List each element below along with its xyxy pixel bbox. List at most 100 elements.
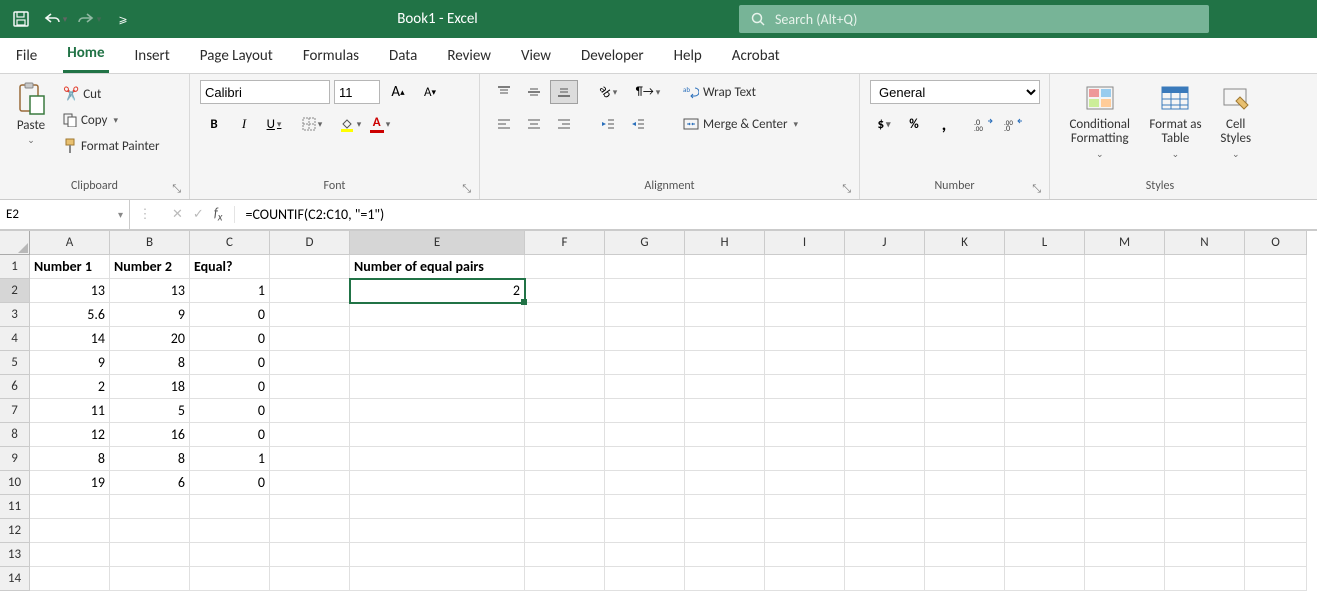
cell[interactable]: 8 bbox=[110, 351, 190, 375]
cell[interactable] bbox=[1245, 495, 1307, 519]
cell[interactable]: 13 bbox=[110, 279, 190, 303]
cell[interactable] bbox=[845, 375, 925, 399]
cell[interactable] bbox=[845, 471, 925, 495]
cell[interactable] bbox=[845, 567, 925, 591]
cell[interactable] bbox=[1245, 447, 1307, 471]
fx-icon[interactable]: fx bbox=[214, 206, 223, 224]
cell[interactable] bbox=[765, 495, 845, 519]
cell[interactable]: 5.6 bbox=[30, 303, 110, 327]
cell[interactable] bbox=[1245, 303, 1307, 327]
cell[interactable] bbox=[270, 447, 350, 471]
cell[interactable] bbox=[765, 327, 845, 351]
row-header[interactable]: 9 bbox=[0, 447, 30, 471]
cell[interactable]: 8 bbox=[30, 447, 110, 471]
cell[interactable] bbox=[845, 351, 925, 375]
cell[interactable] bbox=[605, 423, 685, 447]
dialog-launcher-icon[interactable]: ⤡ bbox=[842, 182, 851, 196]
column-header[interactable]: G bbox=[605, 231, 685, 255]
cell[interactable] bbox=[685, 303, 765, 327]
cell[interactable] bbox=[925, 279, 1005, 303]
row-header[interactable]: 5 bbox=[0, 351, 30, 375]
cell[interactable] bbox=[30, 567, 110, 591]
cell[interactable] bbox=[685, 519, 765, 543]
cell[interactable] bbox=[765, 399, 845, 423]
cell[interactable] bbox=[525, 303, 605, 327]
cell[interactable] bbox=[925, 375, 1005, 399]
cell[interactable] bbox=[605, 471, 685, 495]
cell[interactable] bbox=[1165, 519, 1245, 543]
cell[interactable] bbox=[1005, 471, 1085, 495]
column-header[interactable]: B bbox=[110, 231, 190, 255]
cell[interactable]: 0 bbox=[190, 327, 270, 351]
cell[interactable] bbox=[925, 351, 1005, 375]
cell[interactable]: 2 bbox=[350, 279, 525, 303]
cell[interactable] bbox=[685, 567, 765, 591]
cell[interactable] bbox=[110, 567, 190, 591]
tab-home[interactable]: Home bbox=[63, 38, 108, 73]
qat-customize-icon[interactable]: ⩾ bbox=[110, 6, 136, 32]
cell[interactable] bbox=[845, 423, 925, 447]
cell[interactable] bbox=[685, 255, 765, 279]
cell[interactable] bbox=[1005, 279, 1085, 303]
cell[interactable] bbox=[1085, 519, 1165, 543]
font-size-combo[interactable] bbox=[334, 80, 380, 104]
cell[interactable] bbox=[525, 495, 605, 519]
cell-options-icon[interactable]: ⋮ bbox=[130, 200, 160, 229]
enter-formula-icon[interactable]: ✓ bbox=[193, 207, 204, 222]
cell[interactable] bbox=[605, 279, 685, 303]
increase-font-icon[interactable]: A▴ bbox=[384, 80, 412, 104]
cell[interactable]: 14 bbox=[30, 327, 110, 351]
cell[interactable] bbox=[1085, 471, 1165, 495]
decrease-font-icon[interactable]: A▾ bbox=[416, 80, 444, 104]
cell[interactable] bbox=[1245, 255, 1307, 279]
cell[interactable] bbox=[925, 471, 1005, 495]
copy-button[interactable]: Copy bbox=[58, 108, 165, 132]
tab-formulas[interactable]: Formulas bbox=[299, 41, 363, 73]
cell[interactable] bbox=[1085, 351, 1165, 375]
underline-button[interactable]: U bbox=[260, 112, 288, 136]
cell[interactable] bbox=[765, 255, 845, 279]
format-painter-button[interactable]: Format Painter bbox=[58, 134, 165, 158]
name-box[interactable]: E2▾ bbox=[0, 200, 130, 229]
cell[interactable] bbox=[350, 567, 525, 591]
cell[interactable] bbox=[525, 279, 605, 303]
font-color-button[interactable]: A bbox=[366, 112, 394, 136]
cell[interactable] bbox=[925, 495, 1005, 519]
cell[interactable] bbox=[350, 399, 525, 423]
cell[interactable]: 0 bbox=[190, 303, 270, 327]
formula-bar[interactable]: =COUNTIF(C2:C10, "=1") bbox=[235, 206, 1317, 223]
cell[interactable] bbox=[765, 423, 845, 447]
cell[interactable] bbox=[925, 519, 1005, 543]
cell[interactable] bbox=[1245, 399, 1307, 423]
cell[interactable] bbox=[605, 255, 685, 279]
cell[interactable] bbox=[765, 303, 845, 327]
cell[interactable] bbox=[350, 303, 525, 327]
cell[interactable] bbox=[605, 447, 685, 471]
cell[interactable] bbox=[925, 567, 1005, 591]
cell[interactable] bbox=[605, 375, 685, 399]
decrease-indent-icon[interactable] bbox=[594, 112, 622, 136]
row-header[interactable]: 12 bbox=[0, 519, 30, 543]
cell[interactable] bbox=[350, 471, 525, 495]
cell[interactable]: 11 bbox=[30, 399, 110, 423]
cell[interactable] bbox=[350, 519, 525, 543]
cell[interactable] bbox=[270, 471, 350, 495]
format-as-table-button[interactable]: Format as Table⌄ bbox=[1143, 80, 1207, 162]
cell[interactable] bbox=[1165, 423, 1245, 447]
cell[interactable] bbox=[270, 399, 350, 423]
cell[interactable] bbox=[1005, 447, 1085, 471]
cell[interactable] bbox=[685, 375, 765, 399]
cell[interactable] bbox=[1005, 399, 1085, 423]
cell[interactable] bbox=[765, 447, 845, 471]
cell[interactable] bbox=[1165, 375, 1245, 399]
cell[interactable] bbox=[685, 447, 765, 471]
cell[interactable]: 6 bbox=[110, 471, 190, 495]
search-box[interactable]: Search (Alt+Q) bbox=[739, 5, 1209, 33]
column-header[interactable]: O bbox=[1245, 231, 1307, 255]
cell[interactable] bbox=[190, 543, 270, 567]
cell[interactable] bbox=[685, 351, 765, 375]
cell[interactable]: 16 bbox=[110, 423, 190, 447]
cell[interactable] bbox=[605, 351, 685, 375]
cell[interactable] bbox=[350, 327, 525, 351]
row-header[interactable]: 8 bbox=[0, 423, 30, 447]
